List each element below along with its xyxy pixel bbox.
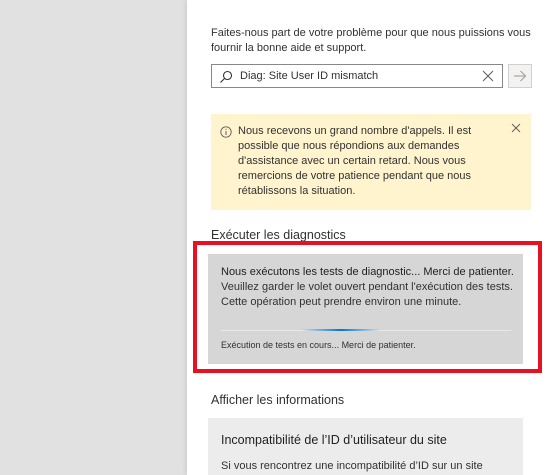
submit-search-button[interactable] bbox=[508, 64, 532, 88]
search-input[interactable]: Diag: Site User ID mismatch bbox=[240, 70, 378, 82]
diagnostics-heading: Exécuter les diagnostics bbox=[211, 228, 346, 242]
notice-text: Nous recevons un grand nombre d'appels. … bbox=[238, 125, 472, 197]
highlight-outline bbox=[193, 241, 542, 373]
help-panel: Faites-nous part de votre problème pour … bbox=[187, 0, 546, 475]
info-icon bbox=[220, 126, 232, 138]
information-heading: Afficher les informations bbox=[211, 393, 345, 407]
dismiss-notice-icon[interactable] bbox=[511, 123, 521, 133]
arrow-right-icon bbox=[514, 70, 527, 82]
information-card-title: Incompatibilité de l’ID d’utilisateur du… bbox=[221, 433, 447, 447]
high-volume-notice: Nous recevons un grand nombre d'appels. … bbox=[211, 114, 531, 210]
information-card[interactable]: Incompatibilité de l’ID d’utilisateur du… bbox=[208, 418, 523, 475]
close-icon[interactable] bbox=[481, 69, 495, 83]
intro-text: Faites-nous part de votre problème pour … bbox=[211, 27, 531, 54]
search-box[interactable]: Diag: Site User ID mismatch bbox=[211, 64, 503, 88]
search-icon bbox=[220, 70, 233, 83]
information-card-body: Si vous rencontrez une incompatibilité d… bbox=[221, 460, 483, 472]
